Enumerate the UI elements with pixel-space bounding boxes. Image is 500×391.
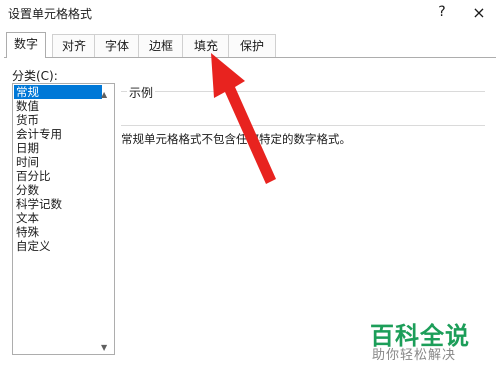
watermark-subtitle: 助你轻松解决 — [372, 348, 457, 363]
tab-number[interactable]: 数字 — [6, 32, 46, 58]
annotation-arrow-shape — [211, 53, 276, 184]
